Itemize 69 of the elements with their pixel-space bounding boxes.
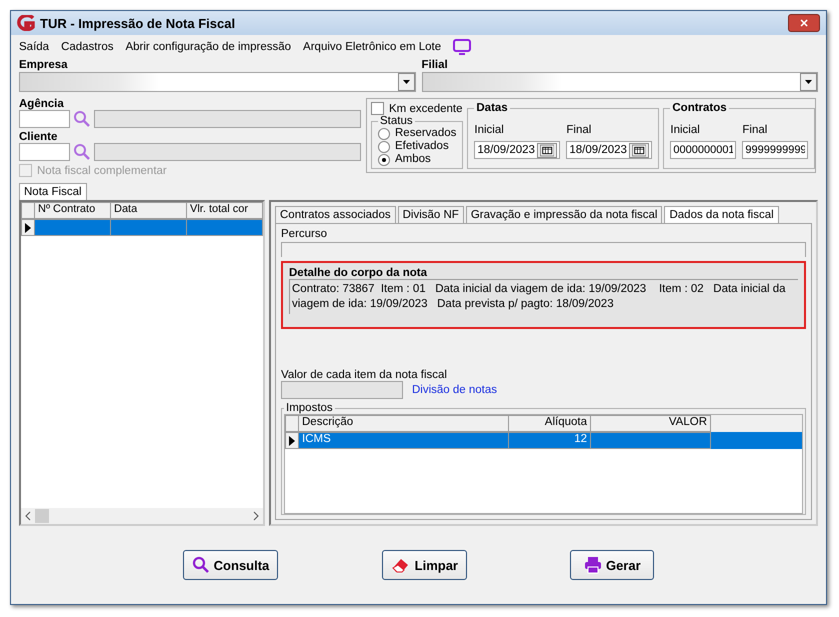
field-label: Final — [566, 124, 592, 136]
row-indicator — [21, 219, 35, 236]
table-row[interactable]: ICMS 12 — [285, 432, 802, 449]
group-title: Contratos — [671, 102, 728, 114]
input-field[interactable] — [94, 143, 361, 161]
action-button[interactable]: Gerar — [570, 550, 654, 580]
tab[interactable]: Dados da nota fiscal — [664, 206, 779, 223]
checkbox[interactable] — [371, 102, 384, 115]
field-label: Empresa — [19, 59, 69, 71]
section-title: Detalhe do corpo da nota — [289, 267, 428, 279]
menu-item[interactable]: Arquivo Eletrônico em Lote — [303, 41, 442, 53]
field-label: Agência — [19, 98, 65, 110]
calendar-icon[interactable] — [536, 142, 558, 158]
group-title: Impostos — [285, 402, 334, 414]
column-header[interactable]: Alíquota — [509, 415, 591, 432]
group-title: Datas — [475, 102, 509, 114]
calendar-icon[interactable] — [628, 142, 650, 158]
eraser-icon — [390, 556, 411, 574]
menu-item[interactable]: Cadastros — [61, 41, 114, 53]
field-label: Valor de cada item da nota fiscal — [281, 369, 448, 381]
search-icon[interactable] — [73, 143, 91, 161]
radio-button[interactable] — [378, 140, 390, 152]
field-label: Inicial — [474, 124, 505, 136]
column-header[interactable]: VALOR — [591, 415, 711, 432]
row-indicator — [285, 432, 299, 449]
field-label: Final — [742, 124, 768, 136]
scroll-thumb[interactable] — [35, 509, 49, 523]
window-title: TUR - Impressão de Nota Fiscal — [40, 16, 236, 30]
column-header[interactable]: Nº Contrato — [35, 202, 111, 219]
radio-label: Reservados — [395, 127, 456, 140]
radio-button[interactable] — [378, 128, 390, 140]
input-field[interactable] — [19, 110, 70, 128]
radio-label: Efetivados — [395, 140, 449, 153]
group-title: Status — [379, 115, 414, 127]
checkbox-label: Nota fiscal complementar — [37, 164, 167, 176]
text-area[interactable]: Contrato: 73867 Item : 01 Data inicial da viagem de ida: 19/09/2023 Item : 02 Data inicial da viagem de ida: 19/09/2023 Data prevista p/ pagto: 18/09/2023 — [289, 279, 798, 314]
app-logo-icon — [17, 15, 35, 31]
field-label: Cliente — [19, 131, 58, 143]
column-header[interactable]: Data — [111, 202, 187, 219]
column-header[interactable]: Vlr. total cor — [187, 202, 263, 219]
input-field[interactable] — [281, 381, 403, 399]
tab[interactable]: Contratos associados — [275, 206, 396, 223]
printer-icon — [584, 556, 602, 574]
menu-item[interactable]: Abrir configuração de impressão — [125, 41, 292, 53]
field-label: Inicial — [670, 124, 701, 136]
radio-label: Ambos — [395, 153, 431, 166]
date-field[interactable]: 18/09/2023 — [566, 141, 652, 159]
monitor-icon[interactable] — [453, 39, 472, 55]
tab[interactable]: Gravação e impressão da nota fiscal — [466, 206, 662, 223]
tab[interactable]: Nota Fiscal — [19, 183, 87, 200]
checkbox-label: Km excedente — [389, 102, 463, 114]
input-field[interactable] — [19, 143, 70, 161]
menu-item[interactable]: Saída — [19, 41, 50, 53]
search-icon — [192, 556, 210, 574]
date-field[interactable]: 18/09/2023 — [474, 141, 560, 159]
search-icon[interactable] — [73, 110, 91, 128]
column-header[interactable]: Descrição — [299, 415, 509, 432]
route-field[interactable] — [281, 242, 806, 257]
close-button[interactable]: ✕ — [788, 14, 820, 32]
field-label: Filial — [422, 59, 449, 71]
radio-button[interactable] — [378, 154, 390, 166]
link[interactable]: Divisão de notas — [412, 384, 498, 396]
input-field[interactable] — [94, 110, 361, 128]
horizontal-scrollbar[interactable] — [21, 508, 263, 524]
tab[interactable]: Divisão NF — [398, 206, 464, 223]
action-button[interactable]: Limpar — [382, 550, 467, 580]
field-label: Percurso — [281, 228, 328, 240]
action-button[interactable]: Consulta — [182, 550, 278, 580]
table-row[interactable] — [21, 219, 263, 236]
